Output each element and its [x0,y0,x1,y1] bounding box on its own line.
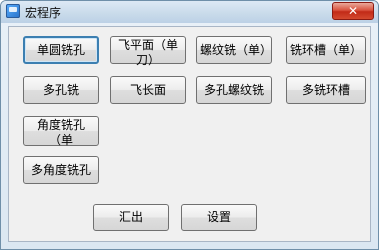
title-bar[interactable]: 宏程序 ✕ [1,1,378,23]
close-button[interactable]: ✕ [332,2,374,20]
window-title: 宏程序 [25,6,62,20]
single-circle-milling-button[interactable]: 单圆铣孔 [23,36,99,64]
multi-ring-groove-button[interactable]: 多铣环槽 [286,76,366,104]
thread-milling-single-button[interactable]: 螺纹铣（单） [196,36,272,64]
multi-angle-milling-button[interactable]: 多角度铣孔 [23,156,99,184]
multi-hole-milling-button[interactable]: 多孔铣 [23,76,99,104]
export-button[interactable]: 汇出 [93,204,169,231]
fly-long-face-button[interactable]: 飞长面 [110,76,186,104]
settings-button[interactable]: 设置 [181,204,257,231]
multi-hole-thread-milling-button[interactable]: 多孔螺纹铣 [196,76,272,104]
fly-plane-single-button[interactable]: 飞平面（单刀） [110,36,186,67]
client-area: 单圆铣孔 飞平面（单刀） 螺纹铣（单） 铣环槽（单） 多孔铣 飞长面 多孔螺纹铣… [8,26,371,242]
angle-milling-single-button[interactable]: 角度铣孔（单 [23,116,99,147]
macro-window: 宏程序 ✕ 单圆铣孔 飞平面（单刀） 螺纹铣（单） 铣环槽（单） 多孔铣 飞长面… [0,0,379,250]
app-icon [6,4,20,18]
ring-groove-single-button[interactable]: 铣环槽（单） [286,36,366,64]
